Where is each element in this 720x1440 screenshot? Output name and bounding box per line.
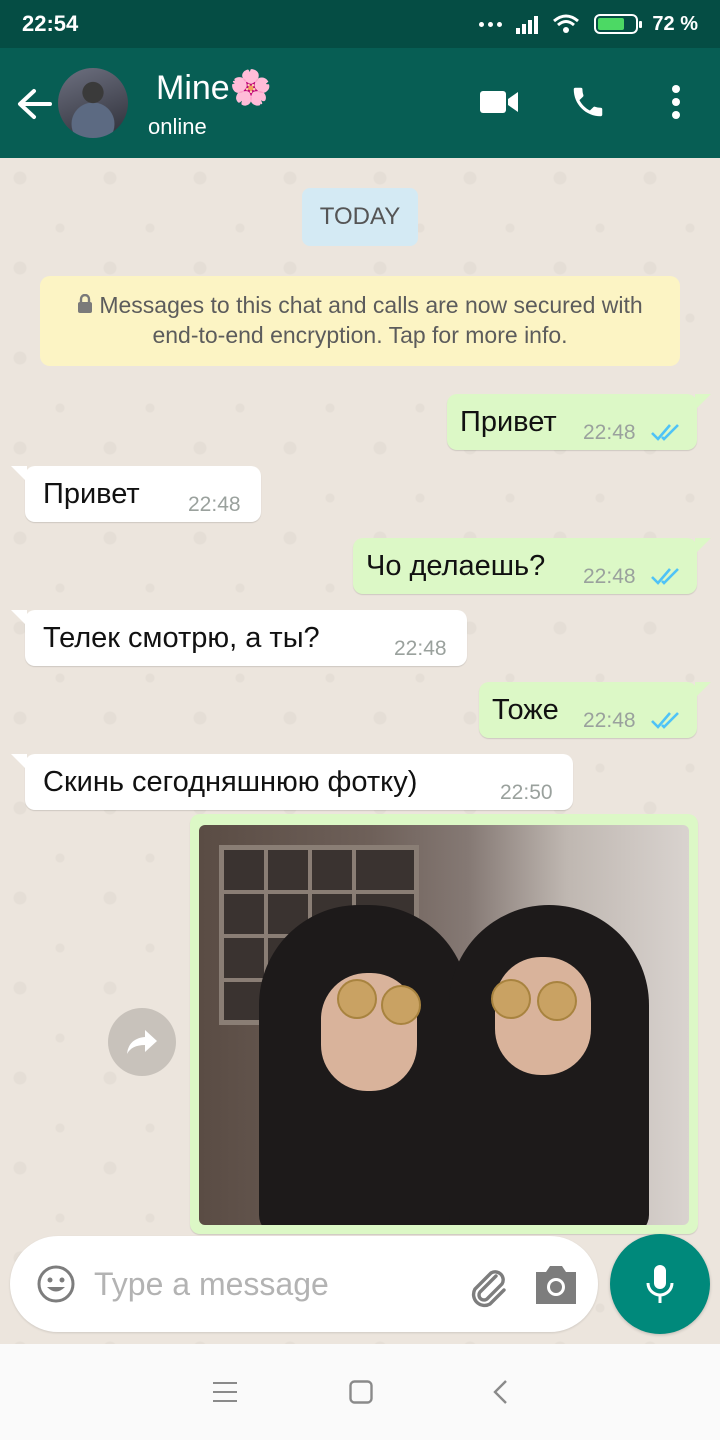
read-ticks-icon — [651, 712, 679, 729]
message-outgoing[interactable]: Тоже 22:48 — [479, 682, 711, 738]
message-composer — [10, 1236, 598, 1332]
status-bar: 22:54 72 % — [0, 0, 720, 48]
contact-avatar[interactable] — [58, 68, 128, 138]
message-time: 22:48 — [188, 493, 241, 516]
message-time: 22:50 — [500, 781, 553, 804]
chat-area[interactable]: TODAY Messages to this chat and calls ar… — [0, 158, 720, 1344]
message-text: Телек смотрю, а ты? — [43, 622, 320, 654]
message-time: 22:48 — [394, 637, 447, 660]
forward-arrow-icon — [127, 1030, 157, 1054]
wifi-icon — [553, 14, 580, 33]
message-text: Чо делаешь? — [366, 550, 546, 582]
message-time: 22:48 — [583, 709, 636, 732]
photo-cookie — [537, 981, 577, 1021]
more-options-icon — [672, 85, 680, 119]
more-options-button[interactable] — [652, 78, 700, 126]
chat-header: Mine🌸 online — [0, 48, 720, 158]
encryption-text: Messages to this chat and calls are now … — [99, 292, 643, 348]
message-text: Привет — [460, 406, 557, 438]
read-ticks-icon — [651, 424, 679, 441]
microphone-icon — [646, 1265, 674, 1303]
message-text: Привет — [43, 478, 140, 510]
battery-icon — [594, 14, 643, 34]
back-arrow-icon[interactable] — [14, 84, 54, 124]
menu-lines-icon — [213, 1382, 237, 1402]
message-outgoing[interactable]: Привет 22:48 — [447, 394, 711, 450]
lock-icon — [78, 294, 93, 313]
status-time: 22:54 — [22, 11, 79, 36]
encryption-notice[interactable]: Messages to this chat and calls are now … — [40, 276, 680, 366]
message-incoming[interactable]: Телек смотрю, а ты? 22:48 — [11, 610, 467, 666]
home-square-icon — [349, 1380, 373, 1404]
message-time: 22:48 — [583, 421, 636, 444]
video-call-button[interactable] — [476, 78, 524, 126]
battery-percent: 72 % — [652, 12, 698, 35]
photo-cookie — [337, 979, 377, 1019]
video-call-icon — [480, 91, 518, 113]
read-ticks-icon — [651, 568, 679, 585]
photo-cookie — [381, 985, 421, 1025]
message-text: Тоже — [492, 694, 559, 726]
message-incoming[interactable]: Привет 22:48 — [11, 466, 261, 522]
phone-icon — [573, 87, 603, 117]
voice-call-button[interactable] — [564, 78, 612, 126]
voice-message-button[interactable] — [610, 1234, 710, 1334]
camera-icon[interactable] — [532, 1264, 580, 1306]
date-label: TODAY — [302, 188, 418, 246]
system-back-button[interactable] — [482, 1374, 518, 1410]
attach-icon[interactable] — [464, 1262, 510, 1308]
photo-image[interactable] — [199, 825, 689, 1225]
photo-message[interactable] — [190, 814, 698, 1234]
message-input[interactable] — [94, 1262, 434, 1306]
status-icons: 72 % — [479, 13, 698, 36]
signal-icon — [516, 14, 539, 34]
notification-dots-icon — [479, 21, 503, 27]
message-outgoing[interactable]: Чо делаешь? 22:48 — [353, 538, 711, 594]
emoji-icon[interactable] — [36, 1264, 76, 1304]
forward-button[interactable] — [108, 1008, 176, 1076]
contact-status: online — [148, 114, 207, 139]
recent-apps-button[interactable] — [207, 1374, 243, 1410]
message-text: Скинь сегодняшнюю фотку) — [43, 766, 418, 798]
contact-name[interactable]: Mine🌸 — [156, 68, 272, 108]
message-time: 22:48 — [583, 565, 636, 588]
chevron-left-icon — [493, 1380, 507, 1404]
home-button[interactable] — [343, 1374, 379, 1410]
message-incoming[interactable]: Скинь сегодняшнюю фотку) 22:50 — [11, 754, 573, 810]
system-nav-bar — [0, 1344, 720, 1440]
photo-cookie — [491, 979, 531, 1019]
